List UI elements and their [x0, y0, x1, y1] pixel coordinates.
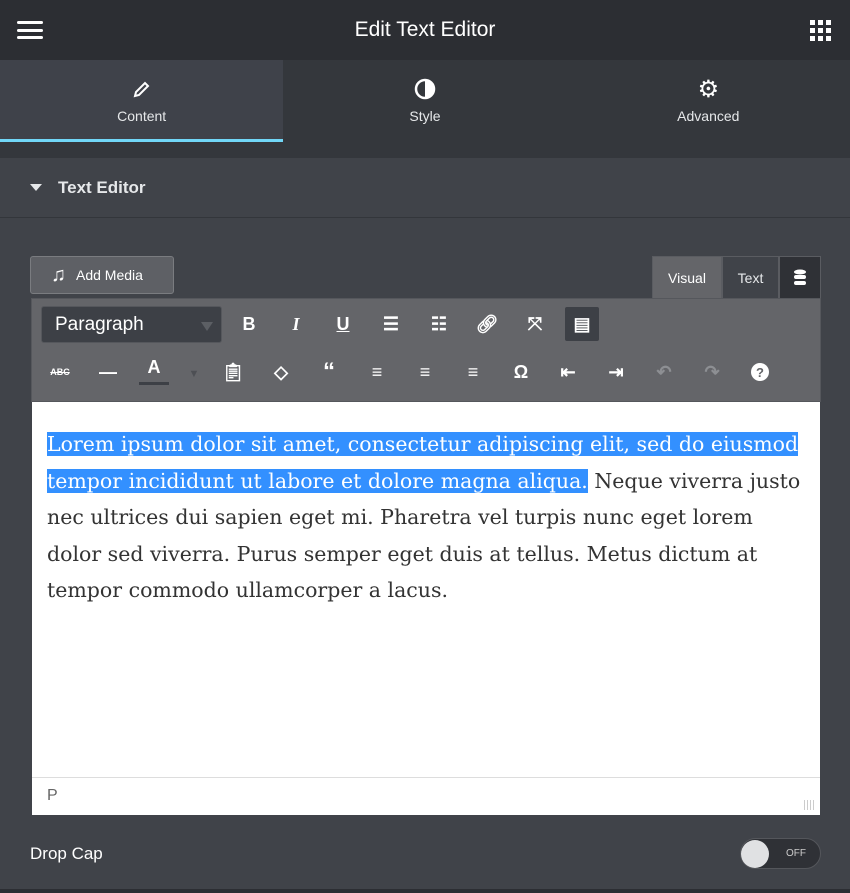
dynamic-tags-database-icon[interactable] — [779, 256, 821, 298]
panel-tabs: Content Style ⚙ Advanced — [0, 60, 850, 142]
divider — [0, 142, 850, 158]
gear-icon: ⚙ — [697, 75, 720, 103]
tab-label: Content — [117, 108, 167, 124]
bullet-list-icon[interactable]: ☰ — [374, 307, 408, 341]
editor-statusbar: P — [32, 777, 820, 815]
widgets-grid-icon[interactable] — [810, 20, 831, 41]
text-color-icon[interactable]: A — [139, 353, 169, 385]
tab-content[interactable]: Content — [0, 60, 284, 142]
fullscreen-icon[interactable]: ⤧ — [518, 307, 552, 341]
media-icon: ♫ — [51, 263, 66, 286]
tab-style[interactable]: Style — [283, 60, 566, 142]
tab-label: Advanced — [677, 108, 740, 124]
link-icon[interactable]: 🔗︎ — [470, 307, 504, 341]
strikethrough-icon[interactable]: ABC — [43, 355, 77, 389]
horizontal-line-icon[interactable]: — — [91, 355, 125, 389]
drop-cap-label: Drop Cap — [30, 844, 103, 863]
align-left-icon[interactable]: ≡ — [360, 355, 394, 389]
section-title: Text Editor — [58, 177, 146, 197]
help-icon[interactable]: ? — [743, 355, 777, 389]
tab-text[interactable]: Text — [722, 256, 779, 298]
chevron-down-icon — [201, 322, 213, 331]
section-toggle-text-editor[interactable]: Text Editor — [0, 158, 850, 218]
element-path[interactable]: P — [47, 787, 58, 804]
format-select[interactable]: Paragraph — [41, 306, 222, 343]
align-center-icon[interactable]: ≡ — [408, 355, 442, 389]
pencil-icon — [132, 78, 152, 100]
align-right-icon[interactable]: ≡ — [456, 355, 490, 389]
hamburger-menu-icon[interactable] — [17, 21, 43, 39]
toggle-state-label: OFF — [786, 848, 806, 859]
panel-title: Edit Text Editor — [354, 18, 496, 41]
text-color-dropdown-icon[interactable]: ▼ — [177, 357, 211, 391]
panel-header: Edit Text Editor — [0, 0, 850, 60]
blockquote-icon[interactable]: “ — [312, 355, 346, 389]
numbered-list-icon[interactable]: ☷ — [422, 307, 456, 341]
toggle-knob — [741, 840, 769, 868]
add-media-label: Add Media — [76, 267, 143, 283]
redo-icon[interactable]: ↷ — [695, 355, 729, 389]
toolbar-toggle-icon[interactable]: ▤ — [565, 307, 599, 341]
special-character-icon[interactable]: Ω — [504, 355, 538, 389]
format-select-value: Paragraph — [55, 313, 144, 335]
editor-mode-tabs: Visual Text — [652, 256, 821, 298]
clear-formatting-icon[interactable]: ◇ — [264, 355, 298, 389]
underline-icon[interactable]: U — [326, 307, 360, 341]
editor-content-area[interactable]: Lorem ipsum dolor sit amet, consectetur … — [32, 402, 820, 778]
add-media-button[interactable]: ♫ Add Media — [30, 256, 174, 294]
tab-visual[interactable]: Visual — [652, 256, 722, 298]
divider — [0, 889, 850, 893]
tab-advanced[interactable]: ⚙ Advanced — [567, 60, 850, 142]
outdent-icon[interactable]: ⇤ — [551, 355, 585, 389]
bold-icon[interactable]: B — [232, 307, 266, 341]
indent-icon[interactable]: ⇥ — [599, 355, 633, 389]
editor-toolbar: Paragraph B I U ☰ ☷ 🔗︎ ⤧ ▤ ABC — A ▼ 📋︎ … — [31, 298, 821, 402]
tab-label: Style — [409, 108, 441, 124]
resize-handle-icon[interactable] — [804, 800, 814, 810]
drop-cap-toggle[interactable]: OFF — [740, 838, 821, 869]
undo-icon[interactable]: ↶ — [647, 355, 681, 389]
italic-icon[interactable]: I — [279, 307, 313, 341]
paste-as-text-icon[interactable]: 📋︎ — [216, 355, 250, 389]
contrast-icon — [414, 78, 436, 100]
caret-down-icon — [30, 184, 42, 191]
